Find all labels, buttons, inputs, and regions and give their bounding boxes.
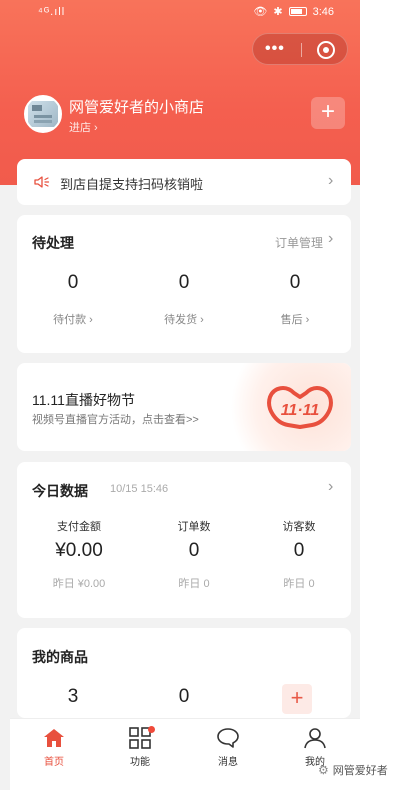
tab-functions-label: 功能	[130, 757, 150, 768]
user-icon	[304, 728, 326, 749]
enter-store-link[interactable]: 进店 ›	[69, 119, 98, 135]
store-name[interactable]: 网管爱好者的小商店	[69, 96, 204, 117]
capsule-divider	[301, 43, 302, 57]
after-sales-label[interactable]: 售后 ›	[260, 311, 330, 327]
order-count-yesterday: 昨日 0	[178, 578, 210, 590]
promo-banner[interactable]: 11·11 11.11直播好物节 视频号直播官方活动，点击查看>>	[17, 363, 351, 451]
battery-icon	[288, 7, 307, 16]
today-data-card[interactable]: 今日数据 10/15 15:46 › 支付金额 ¥0.00 昨日 ¥0.00 订…	[17, 462, 351, 618]
payment-amount-label: 支付金额	[57, 521, 101, 533]
pending-payment-label[interactable]: 待付款 ›	[38, 311, 108, 327]
app-screen: ⁴ᴳ.ıll 👁 ✱ 3:46 ••• 网管爱好者的小商店 进店 › + 到店自…	[0, 0, 360, 790]
order-count-value: 0	[188, 540, 200, 561]
eye-icon: 👁	[253, 6, 268, 18]
pending-card: 待处理 订单管理 › 0 待付款 › 0 待发货 › 0 售后 ›	[17, 215, 351, 353]
add-button[interactable]: +	[311, 97, 345, 129]
status-bar: ⁴ᴳ.ıll 👁 ✱ 3:46	[0, 4, 360, 22]
add-goods-button[interactable]: +	[282, 684, 312, 714]
chevron-right-icon: ›	[328, 478, 334, 495]
wechat-channel-icon: ⚙	[318, 763, 329, 777]
after-sales-count[interactable]: 0	[265, 272, 325, 294]
double-eleven-logo: 11·11	[267, 386, 333, 429]
promo-badge-text: 11·11	[281, 402, 320, 419]
goods-on-sale-count[interactable]: 3	[43, 686, 103, 708]
header-banner	[0, 0, 360, 185]
visitor-count-label: 访客数	[282, 521, 316, 533]
payment-amount-yesterday: 昨日 ¥0.00	[52, 578, 106, 590]
tab-functions[interactable]: 功能	[110, 726, 170, 768]
store-avatar[interactable]	[24, 95, 62, 133]
visitor-count-value: 0	[293, 540, 305, 561]
watermark-text: 网管爱好者	[332, 765, 388, 777]
notification-dot	[148, 726, 155, 733]
miniprogram-capsule: •••	[252, 33, 348, 65]
notice-text: 到店自提支持扫码核销啦	[60, 177, 204, 192]
tab-home-label: 首页	[44, 757, 64, 768]
speaker-icon	[34, 176, 50, 188]
home-icon	[44, 729, 64, 747]
bluetooth-icon: ✱	[273, 6, 283, 18]
tab-home[interactable]: 首页	[24, 727, 84, 768]
more-icon[interactable]: •••	[265, 41, 285, 57]
chevron-right-icon: ›	[328, 230, 334, 247]
tab-messages-label: 消息	[218, 757, 238, 768]
payment-amount-value: ¥0.00	[55, 540, 103, 561]
notice-bar[interactable]: 到店自提支持扫码核销啦 ›	[17, 159, 351, 205]
pending-shipment-count[interactable]: 0	[154, 272, 214, 294]
chevron-right-icon: ›	[328, 172, 334, 189]
order-count-label: 订单数	[177, 521, 211, 533]
order-management-link[interactable]: 订单管理	[275, 234, 323, 251]
today-timestamp: 10/15 15:46	[110, 483, 169, 495]
visitor-count-yesterday: 昨日 0	[283, 578, 315, 590]
goods-title: 我的商品	[32, 649, 88, 665]
promo-subtitle: 视频号直播官方活动，点击查看>>	[32, 414, 199, 426]
today-title: 今日数据	[32, 483, 88, 499]
my-goods-card: 我的商品 3 0 +	[17, 628, 351, 718]
bottom-tab-bar: 首页 功能 消息 我的	[10, 718, 360, 790]
close-target-icon[interactable]	[317, 41, 335, 59]
goods-off-sale-count[interactable]: 0	[154, 686, 214, 708]
promo-title: 11.11直播好物节	[32, 392, 135, 408]
tab-messages[interactable]: 消息	[198, 727, 258, 768]
pending-payment-count[interactable]: 0	[43, 272, 103, 294]
chat-icon	[217, 728, 239, 748]
pending-shipment-label[interactable]: 待发货 ›	[149, 311, 219, 327]
signal-indicator: ⁴ᴳ.ıll	[38, 6, 66, 18]
clock-time: 3:46	[312, 5, 334, 18]
watermark: ⚙ 网管爱好者	[318, 762, 388, 778]
pending-title: 待处理	[32, 235, 74, 251]
